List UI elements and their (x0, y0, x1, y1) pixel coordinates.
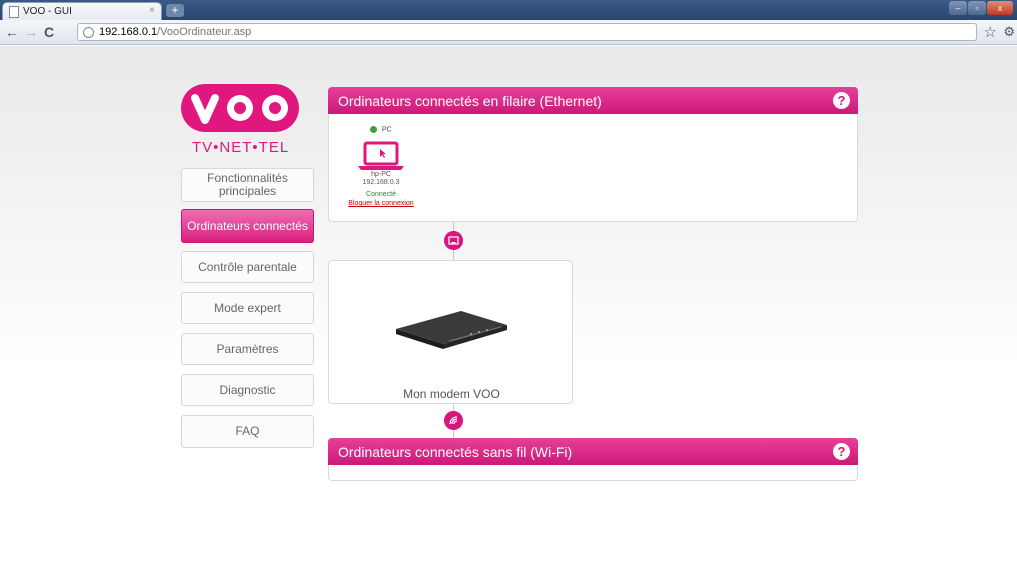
maximize-button[interactable]: ▫ (968, 1, 986, 15)
globe-icon (83, 27, 94, 38)
laptop-icon[interactable] (356, 141, 406, 171)
block-connection-link[interactable]: Bloquer la connexion (343, 200, 419, 207)
wrench-icon[interactable]: ⚙ (1003, 24, 1015, 40)
menu-diagnostic[interactable]: Diagnostic (181, 374, 314, 406)
back-arrow-icon[interactable]: ← (5, 24, 19, 40)
forward-arrow-icon[interactable]: → (24, 24, 38, 40)
device-ip: 192.168.0.3 (362, 179, 400, 186)
close-window-button[interactable]: x (987, 1, 1013, 15)
help-icon[interactable]: ? (833, 92, 850, 109)
menu-fonctionnalites-principales[interactable]: Fonctionnalités principales (181, 168, 314, 202)
menu-mode-expert[interactable]: Mode expert (181, 292, 314, 324)
menu-ordinateurs-connectes[interactable]: Ordinateurs connectés (181, 209, 314, 243)
modem-caption: Mon modem VOO (403, 387, 500, 401)
minimize-button[interactable]: – (949, 1, 967, 15)
wifi-panel-header: Ordinateurs connectés sans fil (Wi-Fi) ? (328, 438, 858, 465)
tab-title: VOO - GUI (23, 6, 72, 17)
url-text: 192.168.0.1/VooOrdinateur.asp (99, 26, 252, 38)
brand-tagline: TV•NET•TEL (192, 139, 290, 156)
browser-toolbar: ← → C 192.168.0.1/VooOrdinateur.asp ☆ ⚙ (0, 20, 1017, 45)
device-type-label: PC (381, 126, 392, 134)
device-name: hp-PC (371, 171, 391, 178)
menu-controle-parentale[interactable]: Contrôle parentale (181, 251, 314, 283)
tab-close-icon[interactable]: × (149, 5, 155, 16)
wifi-panel-title: Ordinateurs connectés sans fil (Wi-Fi) (338, 444, 573, 460)
reload-icon[interactable]: C (44, 24, 54, 40)
help-icon[interactable]: ? (833, 443, 850, 460)
browser-tab[interactable]: VOO - GUI × (2, 2, 162, 20)
wifi-connector-icon (444, 411, 463, 430)
connected-device: PC hp-PC 192.168.0.3 Connecté Bloquer la… (343, 121, 419, 207)
menu-parametres[interactable]: Paramètres (181, 333, 314, 365)
browser-title-bar: VOO - GUI × + – ▫ x (0, 0, 1017, 20)
menu-faq[interactable]: FAQ (181, 415, 314, 448)
address-bar[interactable]: 192.168.0.1/VooOrdinateur.asp (77, 23, 977, 41)
ethernet-panel-header: Ordinateurs connectés en filaire (Ethern… (328, 87, 858, 114)
modem-panel[interactable]: Mon modem VOO (328, 260, 573, 404)
page-content: TV•NET•TEL Fonctionnalités principales O… (0, 46, 1017, 577)
ethernet-panel-title: Ordinateurs connectés en filaire (Ethern… (338, 93, 602, 109)
new-tab-button[interactable]: + (166, 4, 184, 17)
page-icon (9, 6, 19, 18)
status-dot-icon (370, 126, 378, 134)
modem-image (396, 311, 507, 349)
device-status: Connecté (366, 191, 396, 198)
window-controls: – ▫ x (949, 1, 1013, 15)
voo-logo (181, 84, 299, 132)
ethernet-connector-icon (444, 231, 463, 250)
bookmark-star-icon[interactable]: ☆ (984, 23, 997, 41)
